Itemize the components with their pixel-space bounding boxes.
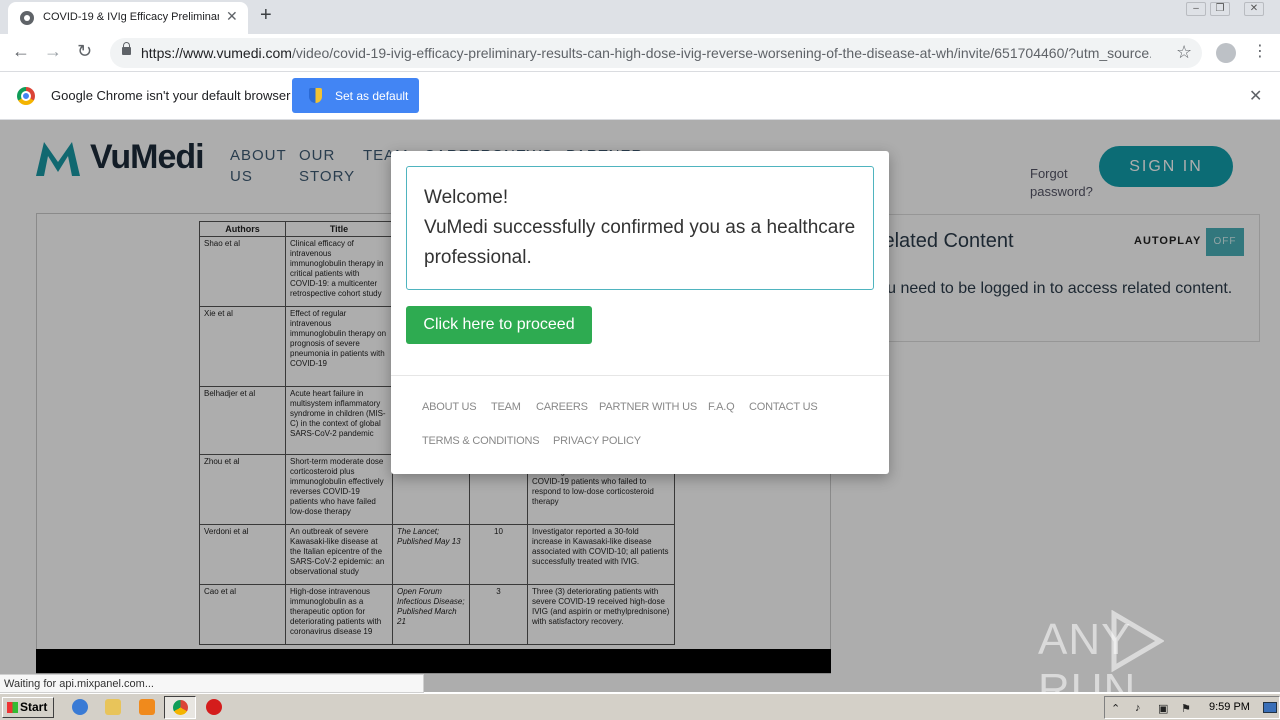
footer-link-faq[interactable]: F.A.Q bbox=[708, 401, 735, 413]
url-host: https://www.vumedi.com bbox=[141, 45, 292, 61]
browser-toolbar: ← → ↻ https://www.vumedi.com/video/covid… bbox=[0, 34, 1280, 72]
footer-link-privacy[interactable]: PRIVACY POLICY bbox=[553, 435, 641, 447]
volume-icon[interactable]: ♪ bbox=[1135, 702, 1147, 714]
uac-shield-icon bbox=[309, 88, 322, 103]
url-path: /video/covid-19-ivig-efficacy-preliminar… bbox=[291, 45, 1151, 61]
bookmark-star-icon[interactable]: ☆ bbox=[1176, 42, 1192, 63]
default-browser-infobar: Google Chrome isn't your default browser… bbox=[0, 72, 1280, 120]
modal-divider bbox=[391, 375, 889, 376]
explorer-folder-icon[interactable] bbox=[105, 699, 121, 715]
minimize-icon[interactable]: – bbox=[1186, 2, 1206, 16]
footer-link-careers[interactable]: CAREERS bbox=[536, 401, 588, 413]
forward-icon[interactable]: → bbox=[44, 41, 62, 62]
tab-title: COVID-19 & IVIg Efficacy Preliminary bbox=[43, 11, 219, 23]
restore-icon[interactable]: ❐ bbox=[1210, 2, 1230, 16]
tray-expand-icon[interactable]: ⌃ bbox=[1111, 702, 1123, 715]
network-icon[interactable]: ▣ bbox=[1158, 702, 1170, 715]
show-desktop-icon[interactable] bbox=[1263, 702, 1277, 713]
welcome-body: VuMedi successfully confirmed you as a h… bbox=[424, 217, 856, 268]
footer-link-team[interactable]: TEAM bbox=[491, 401, 521, 413]
chrome-icon bbox=[173, 700, 188, 715]
profile-avatar-icon[interactable] bbox=[1216, 43, 1236, 63]
browser-titlebar: COVID-19 & IVIg Efficacy Preliminary ✕ +… bbox=[0, 0, 1280, 34]
footer-link-about-us[interactable]: ABOUT US bbox=[422, 401, 477, 413]
chrome-logo-icon bbox=[17, 87, 35, 105]
close-tab-icon[interactable]: ✕ bbox=[226, 8, 238, 25]
set-as-default-button[interactable]: Set as default bbox=[292, 78, 419, 113]
taskbar-clock[interactable]: 9:59 PM bbox=[1209, 701, 1250, 713]
footer-link-partner[interactable]: PARTNER WITH US bbox=[599, 401, 697, 413]
start-button[interactable]: Start bbox=[2, 697, 54, 718]
reload-icon[interactable]: ↻ bbox=[77, 41, 92, 62]
browser-status-bar: Waiting for api.mixpanel.com... bbox=[0, 674, 424, 693]
welcome-message-box: Welcome! VuMedi successfully confirmed y… bbox=[406, 166, 874, 290]
globe-icon bbox=[20, 11, 34, 25]
url-text[interactable]: https://www.vumedi.com/video/covid-19-iv… bbox=[141, 45, 1151, 61]
lock-icon[interactable] bbox=[122, 42, 131, 55]
ie-icon[interactable] bbox=[72, 699, 88, 715]
action-center-flag-icon[interactable]: ⚑ bbox=[1181, 702, 1193, 715]
welcome-heading: Welcome! bbox=[424, 187, 509, 208]
welcome-modal: Welcome! VuMedi successfully confirmed y… bbox=[391, 151, 889, 474]
infobar-message: Google Chrome isn't your default browser bbox=[51, 88, 291, 103]
windows-taskbar: Start ⌃ ♪ ▣ ⚑ 9:59 PM bbox=[0, 693, 1280, 720]
back-icon[interactable]: ← bbox=[12, 41, 30, 62]
system-tray: ⌃ ♪ ▣ ⚑ 9:59 PM bbox=[1104, 696, 1280, 719]
welcome-message: Welcome! VuMedi successfully confirmed y… bbox=[424, 183, 864, 273]
address-bar[interactable]: https://www.vumedi.com/video/covid-19-iv… bbox=[110, 38, 1202, 68]
browser-tab[interactable]: COVID-19 & IVIg Efficacy Preliminary ✕ bbox=[8, 2, 248, 34]
proceed-button[interactable]: Click here to proceed bbox=[406, 306, 592, 344]
kebab-menu-icon[interactable]: ⋮ bbox=[1252, 41, 1268, 61]
anyrun-play-icon bbox=[1111, 610, 1164, 672]
footer-link-contact[interactable]: CONTACT US bbox=[749, 401, 818, 413]
new-tab-icon[interactable]: + bbox=[260, 4, 272, 27]
taskbar-chrome-button[interactable] bbox=[164, 696, 196, 719]
media-player-icon[interactable] bbox=[139, 699, 155, 715]
set-as-default-label: Set as default bbox=[335, 89, 409, 103]
infobar-close-icon[interactable]: ✕ bbox=[1249, 86, 1262, 106]
footer-link-terms[interactable]: TERMS & CONDITIONS bbox=[422, 435, 540, 447]
stop-sign-icon[interactable] bbox=[206, 699, 222, 715]
window-close-icon[interactable]: ✕ bbox=[1244, 2, 1264, 16]
